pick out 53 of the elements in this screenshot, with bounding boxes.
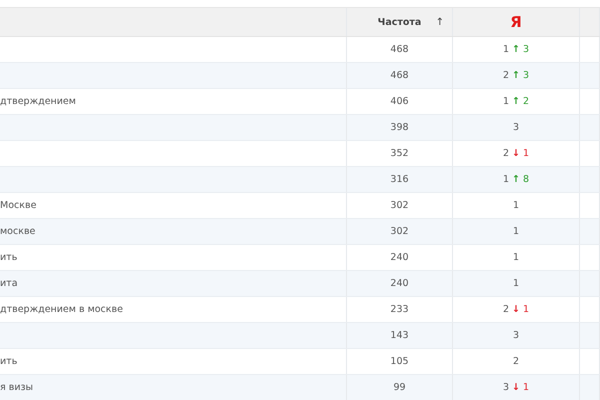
position-change: 1	[522, 304, 530, 315]
trend-arrow-icon: ↓	[512, 304, 520, 315]
position-change: 1	[522, 148, 530, 159]
position-value: 1	[502, 44, 510, 55]
position-change: 1	[522, 382, 530, 393]
position-value: 3	[512, 122, 520, 133]
trend-arrow-icon: ↓	[512, 382, 520, 393]
keyword-cell: ита	[0, 278, 18, 289]
keyword-cell: Москве	[0, 200, 36, 211]
keyword-cell: я визы	[0, 382, 34, 393]
frequency-cell: 302	[390, 200, 409, 211]
position-value: 1	[512, 200, 520, 211]
frequency-cell: 468	[390, 44, 409, 55]
keyword-cell: москве	[0, 226, 36, 237]
trend-arrow-icon: ↑	[512, 174, 520, 185]
frequency-cell: 240	[390, 252, 409, 263]
trend-arrow-icon: ↓	[512, 148, 520, 159]
position-value: 2	[502, 148, 510, 159]
frequency-cell: 105	[390, 356, 409, 367]
frequency-cell: 143	[390, 330, 409, 341]
position-value: 1	[502, 96, 510, 107]
frequency-cell: 406	[390, 96, 409, 107]
trend-arrow-icon: ↑	[512, 96, 520, 107]
column-header[interactable]: Частота ↑	[347, 8, 453, 36]
trend-arrow-icon: ↑	[512, 70, 520, 81]
position-change: 3	[522, 44, 530, 55]
frequency-cell: 302	[390, 226, 409, 237]
position-value: 3	[502, 382, 510, 393]
position-value: 3	[512, 330, 520, 341]
position-value: 1	[502, 174, 510, 185]
frequency-cell: 352	[390, 148, 409, 159]
position-value: 1	[512, 278, 520, 289]
position-value: 2	[502, 304, 510, 315]
frequency-cell: 316	[390, 174, 409, 185]
position-change: 8	[522, 174, 530, 185]
frequency-cell: 398	[390, 122, 409, 133]
position-value: 1	[512, 252, 520, 263]
frequency-cell: 240	[390, 278, 409, 289]
keyword-cell: ить	[0, 252, 18, 263]
search-engine-logo: Я	[510, 13, 522, 31]
sort-arrow-icon: ↑	[436, 16, 444, 28]
position-change: 2	[522, 96, 530, 107]
frequency-cell: 468	[390, 70, 409, 81]
trend-arrow-icon: ↑	[512, 44, 520, 55]
position-value: 2	[512, 356, 520, 367]
frequency-cell: 233	[390, 304, 409, 315]
keyword-cell: дтверждением в москве	[0, 304, 123, 315]
position-value: 2	[502, 70, 510, 81]
keyword-cell: дтверждением	[0, 96, 76, 107]
keyword-cell: ить	[0, 356, 18, 367]
position-change: 3	[522, 70, 530, 81]
frequency-cell: 99	[393, 382, 406, 393]
position-value: 1	[512, 226, 520, 237]
